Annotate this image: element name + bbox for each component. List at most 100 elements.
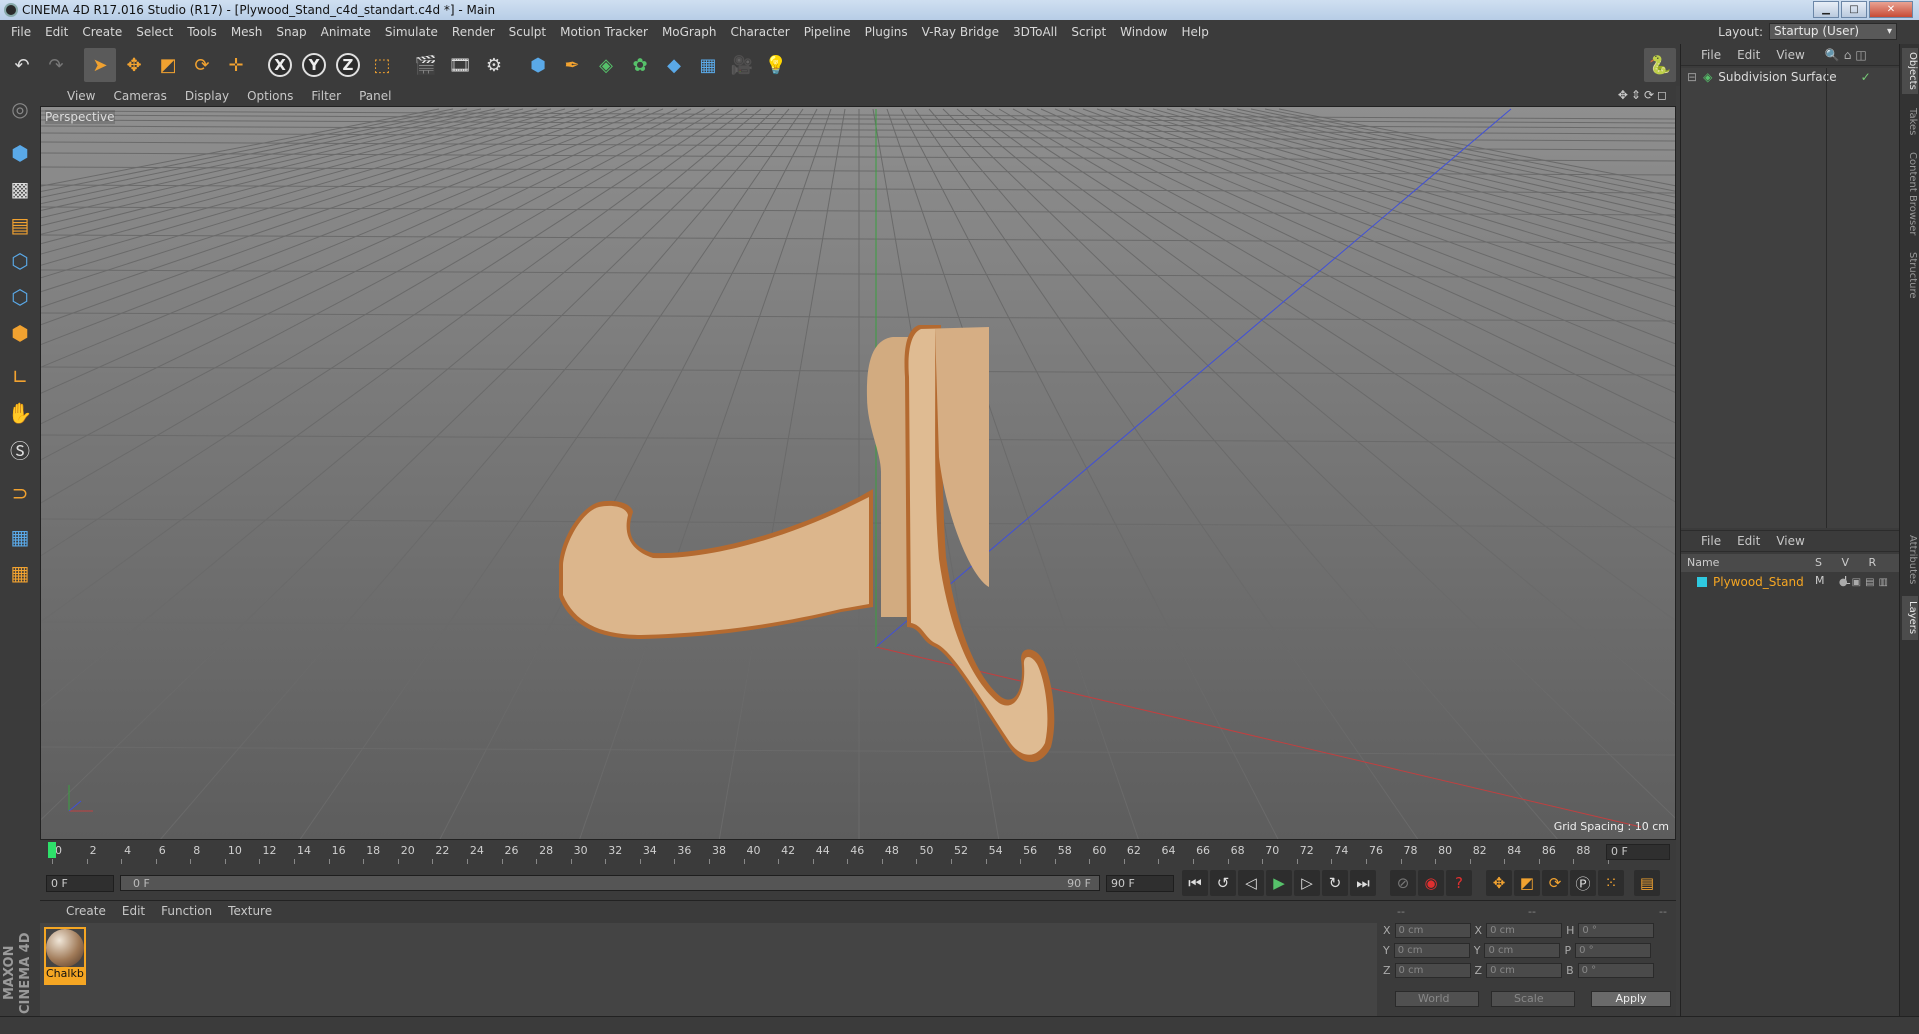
close-button[interactable]: ✕ <box>1869 1 1913 18</box>
rotation-b-field[interactable]: 0 ° <box>1577 963 1654 978</box>
go-to-start-icon[interactable]: ⏮ <box>1182 870 1208 896</box>
menu-edit[interactable]: Edit <box>38 20 75 44</box>
viewport-menu-panel[interactable]: Panel <box>350 89 400 103</box>
menu-render[interactable]: Render <box>445 20 502 44</box>
render-picture-viewer-icon[interactable]: 🎞 <box>444 48 476 82</box>
menu-plugins[interactable]: Plugins <box>858 20 915 44</box>
menu-sculpt[interactable]: Sculpt <box>502 20 553 44</box>
move-icon[interactable]: ✥ <box>118 48 150 82</box>
cube-object-icon[interactable]: ⬢ <box>522 48 554 82</box>
layers-menu-view[interactable]: View <box>1768 534 1812 548</box>
current-frame-marker[interactable] <box>48 842 56 858</box>
undo-icon[interactable]: ↶ <box>6 48 38 82</box>
x-axis-lock-icon[interactable]: X <box>264 48 296 82</box>
rotation-p-field[interactable]: 0 ° <box>1575 943 1652 958</box>
objects-menu-file[interactable]: File <box>1693 48 1729 62</box>
solo-mode-icon[interactable]: Ⓢ <box>4 432 36 466</box>
menu-mesh[interactable]: Mesh <box>224 20 270 44</box>
viewport-menu-filter[interactable]: Filter <box>302 89 350 103</box>
render-view-icon[interactable]: 🎬 <box>410 48 442 82</box>
cloner-icon[interactable]: ✿ <box>624 48 656 82</box>
next-frame-icon[interactable]: ▷ <box>1294 870 1320 896</box>
render-settings-icon[interactable]: ⚙ <box>478 48 510 82</box>
key-point-level-icon[interactable]: ⁙ <box>1598 870 1624 896</box>
edges-mode-icon[interactable]: ⬡ <box>4 280 36 314</box>
points-mode-icon[interactable]: ⬡ <box>4 244 36 278</box>
y-axis-lock-icon[interactable]: Y <box>298 48 330 82</box>
tab-content-browser[interactable]: Content Browser <box>1902 148 1918 240</box>
material-menu-function[interactable]: Function <box>153 904 220 918</box>
layout-dropdown[interactable]: Startup (User) <box>1769 23 1897 40</box>
end-frame-field[interactable]: 90 F <box>1106 875 1174 892</box>
light-icon[interactable]: 💡 <box>760 48 792 82</box>
visibility-check-icon[interactable]: ✓ <box>1861 70 1871 84</box>
axis-mode-icon[interactable]: ∟ <box>4 360 36 394</box>
layers-menu-file[interactable]: File <box>1693 534 1729 548</box>
maximize-button[interactable]: □ <box>1841 1 1867 18</box>
deformer-icon[interactable]: ◆ <box>658 48 690 82</box>
material-menu-edit[interactable]: Edit <box>114 904 153 918</box>
current-frame-field[interactable]: 0 F <box>1606 844 1670 860</box>
tab-attributes[interactable]: Attributes <box>1902 530 1918 590</box>
key-scale-icon[interactable]: ◩ <box>1514 870 1540 896</box>
minimize-button[interactable]: ▁ <box>1813 1 1839 18</box>
position-y-field[interactable]: 0 cm <box>1393 943 1470 958</box>
floor-icon[interactable]: ▦ <box>692 48 724 82</box>
material-menu-texture[interactable]: Texture <box>220 904 280 918</box>
menu-window[interactable]: Window <box>1113 20 1174 44</box>
object-row[interactable]: ⊟ ◈ Subdivision Surface ✓ <box>1681 68 1900 86</box>
snap-magnet-icon[interactable]: ⊃ <box>4 476 36 510</box>
z-axis-lock-icon[interactable]: Z <box>332 48 364 82</box>
viewport-menu-options[interactable]: Options <box>238 89 302 103</box>
timeline-ticks[interactable]: 0 2 4 6 8 10 12 14 16 18 20 22 24 26 28 30 32 34 36 38 40 42 4… <box>50 842 1625 864</box>
menu-select[interactable]: Select <box>129 20 180 44</box>
3d-viewport[interactable]: Perspective Grid Spacing : 10 cm <box>40 106 1676 840</box>
key-position-icon[interactable]: ✥ <box>1486 870 1512 896</box>
previous-key-icon[interactable]: ↺ <box>1210 870 1236 896</box>
model-mode-icon[interactable]: ⬢ <box>4 136 36 170</box>
layer-name[interactable]: Plywood_Stand <box>1713 575 1804 589</box>
workplane-mode-icon[interactable]: ▤ <box>4 208 36 242</box>
size-x-field[interactable]: 0 cm <box>1486 923 1563 938</box>
menu-animate[interactable]: Animate <box>314 20 378 44</box>
menu-pipeline[interactable]: Pipeline <box>797 20 858 44</box>
expand-icon[interactable]: ⊟ <box>1687 70 1697 84</box>
polygons-mode-icon[interactable]: ⬢ <box>4 316 36 350</box>
autokeying-icon[interactable]: ? <box>1446 870 1472 896</box>
layers-menu-edit[interactable]: Edit <box>1729 534 1768 548</box>
material-swatch[interactable]: Chalkbc <box>44 927 86 985</box>
make-editable-icon[interactable]: ◎ <box>4 92 36 126</box>
previous-frame-icon[interactable]: ◁ <box>1238 870 1264 896</box>
workplane-grid-icon[interactable]: ▦ <box>4 556 36 590</box>
key-rotation-icon[interactable]: ⟳ <box>1542 870 1568 896</box>
preview-range-slider[interactable]: 0 F 90 F <box>120 875 1100 891</box>
viewport-navigation-icons[interactable]: ✥⇕⟳◻ <box>1618 88 1670 102</box>
menu-script[interactable]: Script <box>1064 20 1113 44</box>
viewport-menu-cameras[interactable]: Cameras <box>104 89 175 103</box>
coordinate-mode-dropdown[interactable]: World <box>1395 991 1479 1007</box>
record-keys-disabled-icon[interactable]: ⊘ <box>1390 870 1416 896</box>
scale-icon[interactable]: ◩ <box>152 48 184 82</box>
record-active-objects-icon[interactable]: ◉ <box>1418 870 1444 896</box>
rotation-h-field[interactable]: 0 ° <box>1578 923 1655 938</box>
object-name[interactable]: Subdivision Surface <box>1718 70 1836 84</box>
tab-objects[interactable]: Objects <box>1902 48 1918 94</box>
texture-mode-icon[interactable]: ▩ <box>4 172 36 206</box>
redo-icon[interactable]: ↷ <box>40 48 72 82</box>
tab-structure[interactable]: Structure <box>1902 248 1918 302</box>
size-mode-dropdown[interactable]: Scale <box>1491 991 1575 1007</box>
size-z-field[interactable]: 0 cm <box>1486 963 1563 978</box>
material-menu-create[interactable]: Create <box>58 904 114 918</box>
play-icon[interactable]: ▶ <box>1266 870 1292 896</box>
camera-icon[interactable]: 🎥 <box>726 48 758 82</box>
menu-file[interactable]: File <box>4 20 38 44</box>
layer-toggle-icons[interactable]: ●▣▤▥ <box>1839 577 1892 588</box>
menu-help[interactable]: Help <box>1174 20 1215 44</box>
viewport-menu-display[interactable]: Display <box>176 89 238 103</box>
layer-color-swatch[interactable] <box>1697 577 1707 587</box>
go-to-end-icon[interactable]: ⏭ <box>1350 870 1376 896</box>
menu-3dtoall[interactable]: 3DToAll <box>1006 20 1064 44</box>
viewport-menu-view[interactable]: View <box>58 89 104 103</box>
tweak-mode-icon[interactable]: ✋ <box>4 396 36 430</box>
coordinate-system-icon[interactable]: ⬚ <box>366 48 398 82</box>
